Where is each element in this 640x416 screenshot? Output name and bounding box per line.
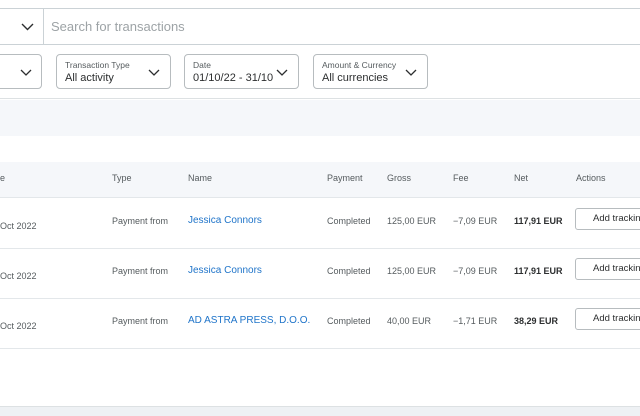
filter-label: Transaction Type bbox=[65, 60, 130, 70]
column-header-fee[interactable]: Fee bbox=[453, 173, 469, 183]
add-tracking-button[interactable]: Add tracking bbox=[575, 308, 640, 330]
filter-label: Date bbox=[193, 60, 211, 70]
chevron-down-icon bbox=[20, 69, 32, 76]
cell-fee: −7,09 EUR bbox=[453, 266, 498, 276]
filter-dropdown-date[interactable]: Date 01/10/22 - 31/10 bbox=[184, 54, 299, 89]
table-row[interactable]: Oct 2022 Payment from AD ASTRA PRESS, D.… bbox=[0, 299, 640, 349]
column-header-actions: Actions bbox=[576, 173, 606, 183]
chevron-down-icon bbox=[148, 69, 160, 76]
cell-gross: 125,00 EUR bbox=[387, 216, 437, 226]
footer-bar bbox=[0, 406, 640, 416]
filter-dropdown-transaction-type[interactable]: Transaction Type All activity bbox=[56, 54, 171, 89]
filter-value: 01/10/22 - 31/10 bbox=[193, 72, 273, 84]
filter-value: All currencies bbox=[322, 72, 389, 84]
add-tracking-button[interactable]: Add tracking bbox=[575, 258, 640, 280]
chevron-down-icon bbox=[276, 69, 288, 76]
cell-date: Oct 2022 bbox=[0, 321, 37, 331]
column-header-payment[interactable]: Payment bbox=[327, 173, 363, 183]
filter-dropdown-status[interactable] bbox=[0, 54, 42, 89]
summary-band bbox=[0, 100, 640, 136]
chevron-down-icon bbox=[405, 69, 417, 76]
cell-type: Payment from bbox=[112, 216, 169, 226]
table-row[interactable]: Oct 2022 Payment from Jessica Connors Co… bbox=[0, 249, 640, 299]
chevron-down-icon[interactable] bbox=[21, 20, 34, 33]
cell-payment-status: Completed bbox=[327, 266, 371, 276]
cell-payment-status: Completed bbox=[327, 316, 371, 326]
cell-net: 38,29 EUR bbox=[514, 316, 559, 326]
column-header-gross[interactable]: Gross bbox=[387, 173, 411, 183]
table-header: e Type Name Payment Gross Fee Net Action… bbox=[0, 162, 640, 198]
cell-date: Oct 2022 bbox=[0, 221, 37, 231]
cell-date: Oct 2022 bbox=[0, 271, 37, 281]
cell-name-link[interactable]: Jessica Connors bbox=[188, 265, 262, 276]
filter-dropdown-amount-currency[interactable]: Amount & Currency All currencies bbox=[313, 54, 428, 89]
cell-net: 117,91 EUR bbox=[514, 216, 563, 226]
table-row[interactable]: Oct 2022 Payment from Jessica Connors Co… bbox=[0, 199, 640, 249]
divider bbox=[43, 9, 44, 44]
search-bar: Search for transactions bbox=[0, 8, 640, 45]
cell-payment-status: Completed bbox=[327, 216, 371, 226]
cell-fee: −7,09 EUR bbox=[453, 216, 498, 226]
cell-fee: −1,71 EUR bbox=[453, 316, 498, 326]
cell-gross: 40,00 EUR bbox=[387, 316, 432, 326]
cell-type: Payment from bbox=[112, 316, 169, 326]
filter-label: Amount & Currency bbox=[322, 60, 397, 70]
column-header-name[interactable]: Name bbox=[188, 173, 212, 183]
cell-type: Payment from bbox=[112, 266, 169, 276]
cell-name-link[interactable]: Jessica Connors bbox=[188, 215, 262, 226]
cell-gross: 125,00 EUR bbox=[387, 266, 437, 276]
add-tracking-button[interactable]: Add tracking bbox=[575, 208, 640, 230]
column-header-net[interactable]: Net bbox=[514, 173, 528, 183]
filter-value: All activity bbox=[65, 72, 114, 84]
column-header-type[interactable]: Type bbox=[112, 173, 132, 183]
cell-name-link[interactable]: AD ASTRA PRESS, D.O.O. bbox=[188, 315, 310, 326]
column-header-date[interactable]: e bbox=[0, 173, 5, 183]
search-input[interactable]: Search for transactions bbox=[51, 19, 185, 34]
cell-net: 117,91 EUR bbox=[514, 266, 563, 276]
